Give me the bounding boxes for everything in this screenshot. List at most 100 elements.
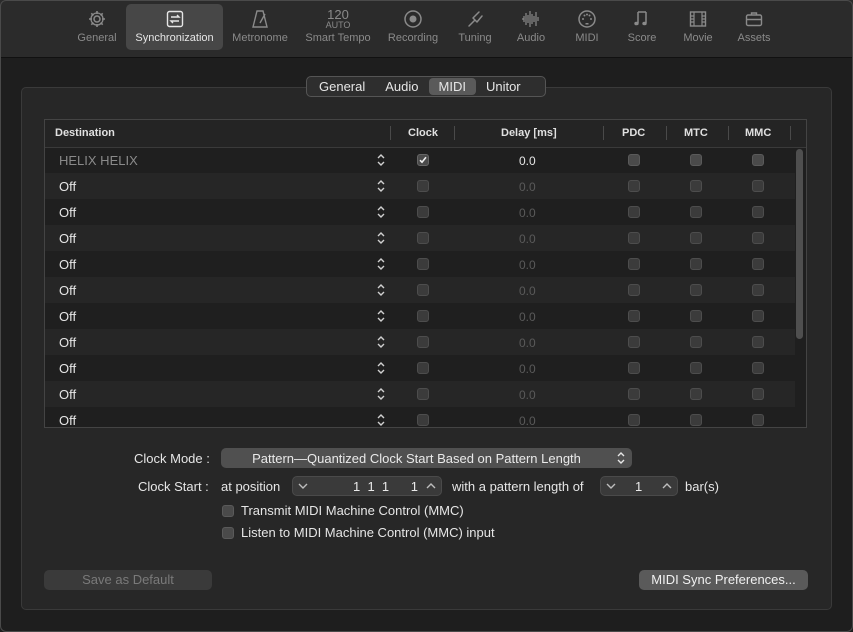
chevron-updown-icon[interactable] bbox=[375, 360, 387, 376]
toolbar-tuning[interactable]: Tuning bbox=[452, 4, 498, 50]
chevron-updown-icon[interactable] bbox=[375, 178, 387, 194]
delay-value[interactable]: 0.0 bbox=[519, 362, 536, 376]
mmc-checkbox[interactable] bbox=[752, 310, 764, 322]
table-row[interactable]: Off 0.0 bbox=[45, 329, 795, 355]
clock-mode-popup[interactable]: Pattern—Quantized Clock Start Based on P… bbox=[221, 448, 632, 468]
table-row[interactable]: Off 0.0 bbox=[45, 381, 795, 407]
column-mmc[interactable]: MMC bbox=[745, 127, 771, 139]
mmc-checkbox[interactable] bbox=[752, 206, 764, 218]
table-row[interactable]: Off 0.0 bbox=[45, 251, 795, 277]
chevron-updown-icon[interactable] bbox=[375, 230, 387, 246]
delay-value[interactable]: 0.0 bbox=[519, 206, 536, 220]
pdc-checkbox[interactable] bbox=[628, 414, 640, 426]
mtc-checkbox[interactable] bbox=[690, 362, 702, 374]
mmc-checkbox[interactable] bbox=[752, 180, 764, 192]
clock-checkbox[interactable] bbox=[417, 154, 429, 166]
mmc-checkbox[interactable] bbox=[752, 388, 764, 400]
delay-value[interactable]: 0.0 bbox=[519, 258, 536, 272]
mmc-checkbox[interactable] bbox=[752, 336, 764, 348]
mmc-checkbox[interactable] bbox=[752, 284, 764, 296]
pattern-length-stepper[interactable]: 1 bbox=[600, 476, 678, 496]
pdc-checkbox[interactable] bbox=[628, 232, 640, 244]
mtc-checkbox[interactable] bbox=[690, 258, 702, 270]
destination-value[interactable]: Off bbox=[59, 231, 76, 246]
delay-value[interactable]: 0.0 bbox=[519, 284, 536, 298]
pdc-checkbox[interactable] bbox=[628, 180, 640, 192]
clock-checkbox[interactable] bbox=[417, 362, 429, 374]
toolbar-metronome[interactable]: Metronome bbox=[227, 4, 293, 50]
table-row[interactable]: Off 0.0 bbox=[45, 225, 795, 251]
chevron-up-icon[interactable] bbox=[661, 479, 673, 493]
mmc-checkbox[interactable] bbox=[752, 232, 764, 244]
column-pdc[interactable]: PDC bbox=[622, 127, 645, 139]
destination-value[interactable]: Off bbox=[59, 335, 76, 350]
destination-value[interactable]: Off bbox=[59, 205, 76, 220]
toolbar-midi[interactable]: MIDI bbox=[566, 4, 608, 50]
delay-value[interactable]: 0.0 bbox=[519, 388, 536, 402]
delay-value[interactable]: 0.0 bbox=[519, 154, 536, 168]
pdc-checkbox[interactable] bbox=[628, 362, 640, 374]
mmc-checkbox[interactable] bbox=[752, 154, 764, 166]
table-row[interactable]: Off 0.0 bbox=[45, 355, 795, 381]
transmit-mmc-label[interactable]: Transmit MIDI Machine Control (MMC) bbox=[241, 503, 464, 518]
clock-checkbox[interactable] bbox=[417, 336, 429, 348]
clock-checkbox[interactable] bbox=[417, 232, 429, 244]
mtc-checkbox[interactable] bbox=[690, 336, 702, 348]
mmc-checkbox[interactable] bbox=[752, 414, 764, 426]
mtc-checkbox[interactable] bbox=[690, 232, 702, 244]
column-delay[interactable]: Delay [ms] bbox=[501, 127, 557, 139]
chevron-down-icon[interactable] bbox=[297, 479, 309, 493]
destination-value[interactable]: Off bbox=[59, 387, 76, 402]
destination-value[interactable]: Off bbox=[59, 413, 76, 427]
pdc-checkbox[interactable] bbox=[628, 310, 640, 322]
chevron-updown-icon[interactable] bbox=[375, 256, 387, 272]
mtc-checkbox[interactable] bbox=[690, 388, 702, 400]
mtc-checkbox[interactable] bbox=[690, 180, 702, 192]
delay-value[interactable]: 0.0 bbox=[519, 232, 536, 246]
chevron-updown-icon[interactable] bbox=[375, 386, 387, 402]
toolbar-movie[interactable]: Movie bbox=[676, 4, 720, 50]
pattern-length-value[interactable]: 1 bbox=[635, 479, 642, 494]
pdc-checkbox[interactable] bbox=[628, 284, 640, 296]
destination-value[interactable]: Off bbox=[59, 257, 76, 272]
toolbar-score[interactable]: Score bbox=[620, 4, 664, 50]
table-row[interactable]: Off 0.0 bbox=[45, 277, 795, 303]
listen-mmc-label[interactable]: Listen to MIDI Machine Control (MMC) inp… bbox=[241, 525, 495, 540]
destination-value[interactable]: Off bbox=[59, 179, 76, 194]
table-row[interactable]: Off 0.0 bbox=[45, 303, 795, 329]
save-as-default-button[interactable]: Save as Default bbox=[44, 570, 212, 590]
listen-mmc-checkbox[interactable] bbox=[222, 527, 234, 539]
toolbar-audio[interactable]: Audio bbox=[510, 4, 552, 50]
column-destination[interactable]: Destination bbox=[55, 127, 115, 139]
chevron-updown-icon[interactable] bbox=[375, 308, 387, 324]
column-clock[interactable]: Clock bbox=[408, 127, 438, 139]
pdc-checkbox[interactable] bbox=[628, 206, 640, 218]
clock-checkbox[interactable] bbox=[417, 284, 429, 296]
destination-value[interactable]: Off bbox=[59, 361, 76, 376]
clock-checkbox[interactable] bbox=[417, 414, 429, 426]
delay-value[interactable]: 0.0 bbox=[519, 310, 536, 324]
pdc-checkbox[interactable] bbox=[628, 336, 640, 348]
table-scrollbar[interactable] bbox=[796, 149, 803, 339]
chevron-updown-icon[interactable] bbox=[375, 152, 387, 168]
mtc-checkbox[interactable] bbox=[690, 284, 702, 296]
clock-checkbox[interactable] bbox=[417, 206, 429, 218]
tab-midi[interactable]: MIDI bbox=[428, 78, 476, 95]
clock-checkbox[interactable] bbox=[417, 388, 429, 400]
destination-value[interactable]: Off bbox=[59, 309, 76, 324]
chevron-updown-icon[interactable] bbox=[375, 412, 387, 427]
toolbar-synchronization[interactable]: Synchronization bbox=[126, 4, 223, 50]
chevron-down-icon[interactable] bbox=[605, 479, 617, 493]
pdc-checkbox[interactable] bbox=[628, 388, 640, 400]
toolbar-general[interactable]: General bbox=[74, 4, 120, 50]
mtc-checkbox[interactable] bbox=[690, 154, 702, 166]
chevron-updown-icon[interactable] bbox=[375, 334, 387, 350]
table-row[interactable]: Off 0.0 bbox=[45, 407, 795, 427]
mtc-checkbox[interactable] bbox=[690, 206, 702, 218]
mtc-checkbox[interactable] bbox=[690, 414, 702, 426]
toolbar-smart-tempo[interactable]: 120 AUTO Smart Tempo bbox=[300, 4, 376, 50]
delay-value[interactable]: 0.0 bbox=[519, 336, 536, 350]
clock-checkbox[interactable] bbox=[417, 310, 429, 322]
column-mtc[interactable]: MTC bbox=[684, 127, 708, 139]
transmit-mmc-checkbox[interactable] bbox=[222, 505, 234, 517]
